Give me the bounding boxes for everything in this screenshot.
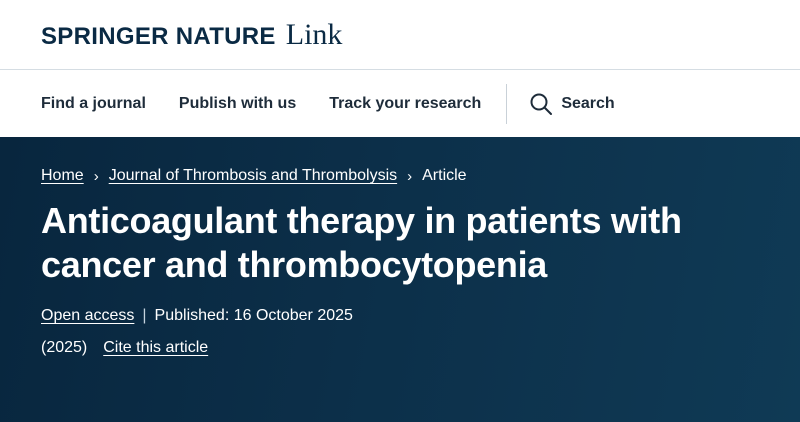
nav-publish[interactable]: Publish with us — [179, 95, 296, 113]
breadcrumb-current: Article — [422, 167, 467, 184]
search-button[interactable]: Search — [529, 92, 615, 116]
meta-separator: | — [142, 307, 147, 324]
chevron-right-icon: › — [407, 167, 413, 185]
logo-product-text: Link — [285, 17, 343, 51]
article-hero: Home › Journal of Thrombosis and Thrombo… — [0, 137, 800, 422]
breadcrumb-home[interactable]: Home — [41, 167, 84, 185]
article-citation: (2025) Cite this article — [41, 339, 759, 357]
nav-track-research[interactable]: Track your research — [329, 95, 481, 113]
open-access-link[interactable]: Open access — [41, 307, 134, 325]
article-title: Anticoagulant therapy in patients with c… — [41, 200, 682, 285]
site-header: SPRINGER NATURE Link — [0, 0, 800, 70]
breadcrumb-journal[interactable]: Journal of Thrombosis and Thrombolysis — [109, 167, 397, 185]
main-nav: Find a journal Publish with us Track you… — [0, 70, 800, 137]
springer-nature-link-logo[interactable]: SPRINGER NATURE Link — [41, 18, 342, 52]
nav-find-journal[interactable]: Find a journal — [41, 95, 146, 113]
cite-article-link[interactable]: Cite this article — [103, 339, 208, 357]
article-meta: Open access | Published: 16 October 2025 — [41, 307, 759, 325]
nav-divider — [506, 83, 508, 124]
chevron-right-icon: › — [93, 167, 99, 185]
search-label: Search — [561, 94, 615, 112]
published-date: Published: 16 October 2025 — [154, 307, 353, 324]
breadcrumb: Home › Journal of Thrombosis and Thrombo… — [41, 167, 759, 185]
logo-brand-text: SPRINGER NATURE — [41, 22, 276, 50]
article-year: (2025) — [41, 339, 88, 356]
search-icon — [530, 93, 553, 115]
